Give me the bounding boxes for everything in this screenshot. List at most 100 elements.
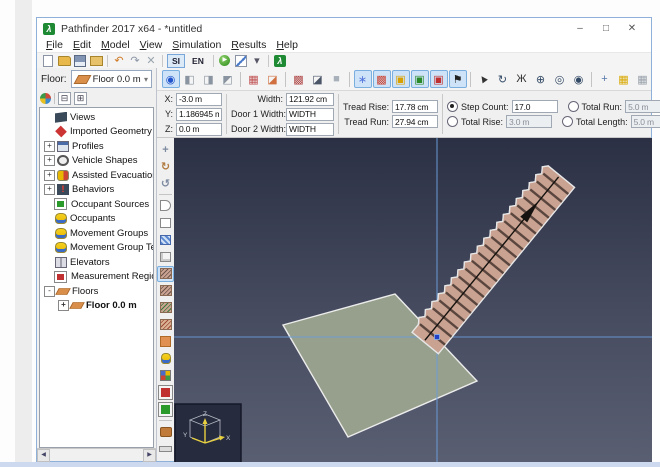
door2-width-field[interactable] <box>286 123 334 136</box>
scene-canvas[interactable]: Z Y X <box>174 138 652 466</box>
show-occupants-icon[interactable]: ▣ <box>392 70 410 88</box>
show-navmesh-icon[interactable]: ∗ <box>354 70 372 88</box>
hide-geometry-icon[interactable]: ▩ <box>290 70 308 88</box>
origin-point[interactable] <box>435 335 440 340</box>
show-sources-icon[interactable]: ▣ <box>411 70 429 88</box>
sidebar-item-floor-0[interactable]: +Floor 0.0 m <box>40 299 153 314</box>
menu-item-simulation[interactable]: Simulation <box>167 39 226 52</box>
total-length-field[interactable] <box>631 115 660 128</box>
expand-icon[interactable]: + <box>44 184 55 195</box>
menu-item-view[interactable]: View <box>135 39 168 52</box>
menu-item-file[interactable]: File <box>41 39 68 52</box>
step-count-radio[interactable] <box>447 101 458 112</box>
show-flat-icon[interactable]: ■ <box>328 70 346 88</box>
show-measurement-regions-icon[interactable]: ▣ <box>430 70 448 88</box>
walk-tool-icon[interactable]: Ж <box>513 70 531 88</box>
step-count-field[interactable] <box>512 100 558 113</box>
close-button[interactable]: ✕ <box>619 21 645 37</box>
tread-run-field[interactable] <box>392 115 438 128</box>
expand-all-icon[interactable]: ⊞ <box>74 92 87 105</box>
rotate-view-tool-icon[interactable]: ↺ <box>157 176 174 192</box>
save-file-icon[interactable] <box>73 54 87 67</box>
camera-tool-icon[interactable] <box>157 424 174 440</box>
menu-item-model[interactable]: Model <box>96 39 135 52</box>
exit-tool-icon[interactable] <box>157 402 174 418</box>
sidebar-item-assisted-evacuation-teams[interactable]: +Assisted Evacuation Teams <box>40 168 153 183</box>
redo-icon[interactable]: ↷ <box>128 54 142 67</box>
expand-icon[interactable]: + <box>44 141 55 152</box>
view-results-icon[interactable] <box>234 54 248 67</box>
zoom-tool-icon[interactable]: ◎ <box>551 70 569 88</box>
grid-display-icon[interactable]: ▦ <box>634 70 652 88</box>
translate-tool-icon[interactable]: + <box>157 142 174 158</box>
occupant-settings-icon[interactable] <box>40 93 51 104</box>
title-bar[interactable]: λ Pathfinder 2017 x64 - *untitled – □ ✕ <box>37 18 651 39</box>
door1-width-field[interactable] <box>286 108 334 121</box>
sidebar-item-imported-geometry[interactable]: Imported Geometry <box>40 125 153 140</box>
sidebar-item-behaviors[interactable]: +!Behaviors <box>40 183 153 198</box>
tread-rise-field[interactable] <box>392 100 438 113</box>
show-imported-geometry-icon[interactable]: ▩ <box>373 70 391 88</box>
sidebar-item-movement-group-templates[interactable]: Movement Group Templates <box>40 241 153 256</box>
sidebar-item-vehicle-shapes[interactable]: +Vehicle Shapes <box>40 154 153 169</box>
total-run-field[interactable] <box>625 100 660 113</box>
expand-icon[interactable]: + <box>44 170 55 181</box>
en-units-button[interactable]: EN <box>187 54 209 68</box>
floor-dropdown[interactable]: Floor 0.0 m ▾ <box>71 70 152 88</box>
door-tool-icon[interactable] <box>157 334 174 350</box>
show-labels-icon[interactable]: ⚑ <box>449 70 467 88</box>
sidebar-item-profiles[interactable]: +Profiles <box>40 139 153 154</box>
sidebar-item-occupants[interactable]: Occupants <box>40 212 153 227</box>
sidebar-item-floors[interactable]: -Floors <box>40 284 153 299</box>
undo-icon[interactable]: ↶ <box>112 54 126 67</box>
zoom-box-tool-icon[interactable]: ◉ <box>570 70 588 88</box>
scroll-right-icon[interactable]: ▶ <box>143 449 156 462</box>
sidebar-item-measurement-regions[interactable]: Measurement Regions <box>40 270 153 285</box>
rotate-tool-icon[interactable]: ↻ <box>157 159 174 175</box>
z-field[interactable] <box>176 123 222 136</box>
pan-tool-icon[interactable]: ⊕ <box>532 70 550 88</box>
maximize-button[interactable]: □ <box>593 21 619 37</box>
orientation-gizmo[interactable]: Z Y X <box>175 404 241 464</box>
wireframe-view-icon[interactable]: ▦ <box>245 70 263 88</box>
select-tool-icon[interactable]: ▲ <box>475 70 493 88</box>
add-occupant-tool-icon[interactable] <box>157 351 174 367</box>
moving-walkway-tool-icon[interactable] <box>157 317 174 333</box>
menu-item-results[interactable]: Results <box>226 39 271 52</box>
new-file-icon[interactable] <box>41 54 55 67</box>
stairs-tool-icon[interactable] <box>157 266 174 282</box>
menu-item-edit[interactable]: Edit <box>68 39 96 52</box>
total-rise-radio[interactable] <box>447 116 458 127</box>
view-side-icon[interactable]: ◨ <box>200 70 218 88</box>
total-length-radio[interactable] <box>562 116 573 127</box>
results-dropdown-icon[interactable]: ▾ <box>250 54 264 67</box>
view-front-icon[interactable]: ◧ <box>181 70 199 88</box>
sidebar-item-views[interactable]: Views <box>40 110 153 125</box>
snap-to-grid-icon[interactable]: + <box>596 70 614 88</box>
si-units-button[interactable]: SI <box>167 54 185 68</box>
ramp-tool-icon[interactable] <box>157 283 174 299</box>
width-field[interactable] <box>286 93 334 106</box>
sidebar-item-movement-groups[interactable]: Movement Groups <box>40 226 153 241</box>
x-field[interactable] <box>176 93 222 106</box>
navigate-tool-icon[interactable]: ◉ <box>162 70 180 88</box>
sidebar-item-occupant-sources[interactable]: Occupant Sources <box>40 197 153 212</box>
orbit-tool-icon[interactable]: ↻ <box>494 70 512 88</box>
total-rise-field[interactable] <box>506 115 552 128</box>
scroll-left-icon[interactable]: ◀ <box>37 449 50 462</box>
movement-group-tool-icon[interactable] <box>157 368 174 384</box>
collapse-all-icon[interactable]: ⊟ <box>58 92 71 105</box>
viewport-3d[interactable]: Z Y X <box>174 138 651 456</box>
run-simulation-icon[interactable]: ▶ <box>218 54 232 67</box>
expand-icon[interactable]: + <box>58 300 69 311</box>
total-run-radio[interactable] <box>568 101 579 112</box>
polygon-room-tool-icon[interactable] <box>157 198 174 214</box>
obstruction-tool-icon[interactable] <box>157 249 174 265</box>
rectangle-room-tool-icon[interactable] <box>157 215 174 231</box>
measurement-region-tool-icon[interactable] <box>157 385 174 401</box>
sidebar-item-elevators[interactable]: Elevators <box>40 255 153 270</box>
minimize-button[interactable]: – <box>567 21 593 37</box>
open-file-icon[interactable] <box>57 54 71 67</box>
menu-item-help[interactable]: Help <box>271 39 303 52</box>
import-file-icon[interactable] <box>89 54 103 67</box>
